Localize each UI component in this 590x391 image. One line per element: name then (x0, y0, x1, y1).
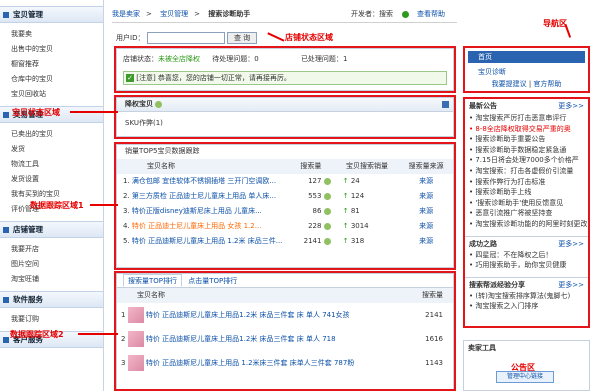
sidebar-item[interactable]: 我要订购 (11, 312, 103, 327)
sidebar-section-items: 我要开店 图片空间 淘宝旺铺 (0, 238, 103, 291)
cases-more-link[interactable]: 更多>> (558, 237, 584, 251)
breadcrumb-item[interactable]: 我是卖家 (112, 10, 140, 18)
search-label: 用户ID： (116, 34, 145, 42)
suggest-link[interactable]: 我要提建议 (492, 80, 527, 88)
annotation-label: 导航区 (543, 19, 567, 28)
annotation-box (114, 271, 456, 391)
user-id-input[interactable] (146, 32, 225, 44)
annotation-label: 数据跟踪区域2 (10, 330, 64, 339)
help-label: 查看帮助 (417, 10, 445, 18)
list-item[interactable]: • '搜索诊断助手'使用反馈意见 (465, 198, 588, 209)
annotation-box (114, 46, 456, 93)
search-bar: 用户ID： 查 询 (116, 32, 258, 44)
annotation-arrow (90, 204, 118, 206)
annotation-label: 宝贝状态区域 (12, 108, 60, 117)
share-more-link[interactable]: 更多>> (558, 278, 584, 292)
sidebar-item[interactable]: 出售中的宝贝 (11, 42, 103, 57)
sidebar-section-header[interactable]: 店铺管理 (0, 221, 103, 238)
main-content: 我是卖家 > 宝贝管理 > 搜索诊断助手 开发者：搜索 查看帮助 用户ID： 查 询… (112, 0, 457, 391)
list-item[interactable]: • 搜索诊断助手上线 (465, 187, 588, 198)
share-header: 搜索帮派经验分享 更多>> (465, 276, 588, 292)
share-list: • (转)淘宝搜索排序算法(鬼脚七) • 淘宝搜索之入门排序 (465, 291, 588, 312)
sidebar-item[interactable]: 发货 (11, 142, 103, 157)
sidebar-section-items (0, 348, 103, 356)
list-item[interactable]: • 搜索诊断助手重要公告 (465, 134, 588, 145)
annotation-arrow (78, 333, 118, 335)
sidebar-item[interactable]: 淘宝旺铺 (11, 272, 103, 287)
annotation-label: 公告区 (511, 363, 535, 372)
annotation-arrow (70, 111, 118, 113)
sidebar-item[interactable]: 我要开店 (11, 242, 103, 257)
share-title: 搜索帮派经验分享 (469, 280, 525, 289)
annotation-label: 店铺状态区域 (285, 33, 333, 42)
sidebar-section-header[interactable]: 软件服务 (0, 291, 103, 308)
sidebar-item[interactable]: 仓库中的宝贝 (11, 72, 103, 87)
breadcrumb: 我是卖家 > 宝贝管理 > 搜索诊断助手 开发者：搜索 查看帮助 (112, 8, 457, 23)
list-item[interactable]: • 7.15日将会处理7000多个价格严 (465, 155, 588, 166)
tools-title: 卖家工具 (468, 344, 496, 352)
breadcrumb-item[interactable]: 宝贝管理 (160, 10, 188, 18)
notice-header: 最新公告 更多>> (465, 99, 588, 113)
nav-panel: 首页 宝贝诊断 我要提建议 | 官方帮助 (463, 46, 590, 93)
developer-label: 开发者：搜索 (351, 10, 393, 18)
notice-title: 最新公告 (469, 102, 497, 110)
list-item[interactable]: • (转)淘宝搜索排序算法(鬼脚七) (465, 291, 588, 302)
notice-list: • 淘宝搜索严厉打击恶意串评行 • 8-8全店降权取得交易严重的奥 • 搜索诊断助手… (465, 113, 588, 230)
nav-home[interactable]: 首页 (468, 51, 585, 63)
annotation-box (114, 142, 456, 270)
list-item[interactable]: • 搜索诊断助手数据稳定紧急通 (465, 145, 588, 156)
help-icon (401, 10, 409, 18)
annotation-arrow (564, 23, 572, 38)
list-item[interactable]: • 淘宝搜索严厉打击恶意串评行 (465, 113, 588, 124)
list-item[interactable]: • 恶意引流推广将被坚持查 (465, 208, 588, 219)
sidebar-item[interactable]: 我要卖 (11, 27, 103, 42)
help-link[interactable]: 查看帮助 (401, 8, 451, 20)
sidebar-item[interactable]: 已卖出的宝贝 (11, 127, 103, 142)
annotation-arrow (267, 32, 285, 42)
search-button[interactable]: 查 询 (226, 32, 258, 44)
sidebar-item[interactable]: 图片空间 (11, 257, 103, 272)
notice-area: 最新公告 更多>> • 淘宝搜索严厉打击恶意串评行 • 8-8全店降权取得交易严重的… (463, 97, 590, 328)
cases-header: 成功之路 更多>> (465, 235, 588, 251)
sidebar-item[interactable]: 物流工具 (11, 157, 103, 172)
nav-diagnose[interactable]: 宝贝诊断 (468, 66, 585, 78)
list-item[interactable]: • 巧用搜索助手，助你宝贝健康 (465, 260, 588, 271)
right-panel: 首页 宝贝诊断 我要提建议 | 官方帮助 导航区 最新公告 更多>> • 淘宝搜索… (463, 0, 590, 391)
sidebar-section-header[interactable]: 宝贝管理 (0, 6, 103, 23)
cases-title: 成功之路 (469, 239, 497, 248)
list-item[interactable]: • 搜索作弊行为打击标准 (465, 177, 588, 188)
sidebar-item[interactable]: 橱窗推荐 (11, 57, 103, 72)
sidebar-section-items: 我要订购 (0, 308, 103, 331)
cases-list: • 四星冠：不在降权之后！ • 巧用搜索助手，助你宝贝健康 (465, 250, 588, 271)
official-help-link[interactable]: 官方帮助 (533, 80, 561, 88)
list-item[interactable]: • 淘宝搜索：打击各虚假价引流量 (465, 166, 588, 177)
list-item[interactable]: • 淘宝搜索诊断功能的的阿里时刻更改 (465, 219, 588, 230)
list-item[interactable]: • 淘宝搜索之入门排序 (465, 301, 588, 312)
list-item[interactable]: • 四星冠：不在降权之后！ (465, 250, 588, 261)
list-item[interactable]: • 8-8全店降权取得交易严重的奥 (465, 124, 588, 135)
sidebar-section-items: 我要卖 出售中的宝贝 橱窗推荐 仓库中的宝贝 宝贝回收站 (0, 23, 103, 106)
sidebar-item[interactable]: 宝贝回收站 (11, 87, 103, 102)
annotation-label: 数据跟踪区域1 (30, 201, 84, 210)
breadcrumb-current: 搜索诊断助手 (208, 10, 251, 18)
sidebar-item[interactable]: 发货设置 (11, 172, 103, 187)
notice-more-link[interactable]: 更多>> (558, 99, 584, 113)
annotation-box (114, 95, 456, 139)
